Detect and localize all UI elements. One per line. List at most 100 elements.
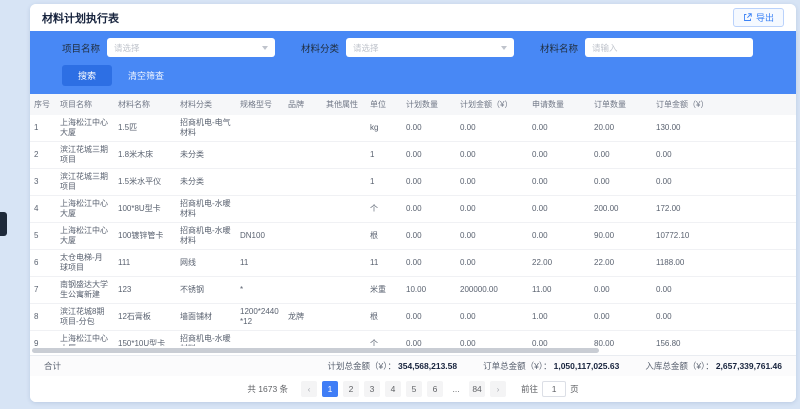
order-total-amount: 订单总金额（¥）： 1,050,117,025.63 — [483, 360, 619, 372]
search-button[interactable]: 搜索 — [62, 65, 112, 86]
table-cell: 10.00 — [402, 277, 456, 304]
planned-total-value: 354,568,213.58 — [398, 361, 457, 371]
page-button-2[interactable]: 2 — [343, 381, 359, 397]
table-cell: 11.00 — [528, 277, 590, 304]
table-row[interactable]: 5上海松江中心大厦100镀锌管卡招商机电-水暖材料DN100根0.000.000… — [30, 223, 796, 250]
summary-total-label: 合计 — [44, 360, 61, 372]
table-cell — [284, 142, 322, 169]
table-cell: 200000.00 — [456, 277, 528, 304]
table-row[interactable]: 8滨江花城8期项目-分包12石膏板墙面铺材1200*2440*12龙牌根0.00… — [30, 304, 796, 331]
table-row[interactable]: 4上海松江中心大厦100*8U型卡招商机电-水暖材料个0.000.000.002… — [30, 196, 796, 223]
page-button-84[interactable]: 84 — [469, 381, 485, 397]
order-total-label: 订单总金额（¥）： — [483, 360, 551, 372]
page-goto-input[interactable] — [542, 381, 566, 397]
table-cell: 200.00 — [590, 196, 652, 223]
table-cell — [284, 115, 322, 142]
page-button-5[interactable]: 5 — [406, 381, 422, 397]
table-cell: DN100 — [236, 223, 284, 250]
table-cell: 3 — [30, 169, 56, 196]
column-header: 序号 — [30, 94, 56, 115]
table-cell: 100*8U型卡 — [114, 196, 176, 223]
project-name-select[interactable]: 请选择 — [107, 38, 275, 57]
page-header: 材料计划执行表 导出 — [30, 4, 796, 31]
clear-filter-button[interactable]: 清空筛查 — [128, 69, 164, 82]
table-cell: 0.00 — [652, 169, 796, 196]
table-cell: 0.00 — [402, 142, 456, 169]
table-cell: 0.00 — [456, 169, 528, 196]
table-body: 1上海松江中心大厦1.5匹招商机电-电气材料kg0.000.000.0020.0… — [30, 115, 796, 346]
material-name-input[interactable] — [592, 43, 746, 53]
page-button-1[interactable]: 1 — [322, 381, 338, 397]
export-button[interactable]: 导出 — [733, 8, 784, 27]
table-cell: 0.00 — [402, 169, 456, 196]
table-cell: * — [236, 277, 284, 304]
order-total-value: 1,050,117,025.63 — [554, 361, 620, 371]
horizontal-scrollbar-track[interactable] — [30, 346, 796, 355]
table-cell: 墙面铺材 — [176, 304, 236, 331]
table-cell: 0.00 — [456, 331, 528, 347]
table-cell: 上海松江中心大厦 — [56, 115, 114, 142]
table-cell: 米重 — [366, 277, 402, 304]
table-cell: 太仓电梯-月球项目 — [56, 250, 114, 277]
table-cell: 100镀锌管卡 — [114, 223, 176, 250]
table-cell: 8 — [30, 304, 56, 331]
table-row[interactable]: 3滨江花城三期项目1.5米水平仪未分类10.000.000.000.000.00 — [30, 169, 796, 196]
column-header: 计划数量 — [402, 94, 456, 115]
table-cell: 1.00 — [528, 304, 590, 331]
table-cell: 130.00 — [652, 115, 796, 142]
table-cell: 0.00 — [652, 304, 796, 331]
page-button-6[interactable]: 6 — [427, 381, 443, 397]
planned-total-amount: 计划总金额（¥）： 354,568,213.58 — [328, 360, 458, 372]
export-icon — [743, 13, 752, 22]
table-cell — [322, 331, 366, 347]
table-row[interactable]: 9上海松江中心大厦150*10U型卡招商机电-水暖材料个0.000.000.00… — [30, 331, 796, 347]
table-cell: 滨江花城三期项目 — [56, 142, 114, 169]
prev-page-button[interactable]: ‹ — [301, 381, 317, 397]
material-category-select[interactable]: 请选择 — [346, 38, 514, 57]
material-name-input-wrap — [585, 38, 753, 57]
project-name-label: 项目名称 — [62, 41, 100, 55]
table-cell: 招商机电-水暖材料 — [176, 331, 236, 347]
page-button-4[interactable]: 4 — [385, 381, 401, 397]
table-cell: 90.00 — [590, 223, 652, 250]
column-header: 品牌 — [284, 94, 322, 115]
table-cell: 0.00 — [402, 304, 456, 331]
horizontal-scrollbar-thumb[interactable] — [32, 348, 599, 353]
table-cell: 1.5匹 — [114, 115, 176, 142]
table-row[interactable]: 7南钢盛达大学生公寓新建123不锈钢*米重10.00200000.0011.00… — [30, 277, 796, 304]
table-cell: 7 — [30, 277, 56, 304]
table-cell: 0.00 — [590, 169, 652, 196]
table-cell: 11 — [236, 250, 284, 277]
sidebar-collapsed-tab[interactable] — [0, 212, 7, 236]
table-cell: 0.00 — [590, 142, 652, 169]
page-ellipsis: ... — [448, 381, 464, 397]
table-cell — [284, 223, 322, 250]
table-cell: 20.00 — [590, 115, 652, 142]
column-header: 订单数量 — [590, 94, 652, 115]
goto-suffix-label: 页 — [570, 383, 579, 395]
table-cell: 0.00 — [456, 196, 528, 223]
table-cell: 4 — [30, 196, 56, 223]
table-cell: 0.00 — [590, 304, 652, 331]
table-row[interactable]: 1上海松江中心大厦1.5匹招商机电-电气材料kg0.000.000.0020.0… — [30, 115, 796, 142]
column-header: 申请数量 — [528, 94, 590, 115]
table-cell: 0.00 — [402, 223, 456, 250]
table-cell: 0.00 — [528, 169, 590, 196]
table-cell — [236, 169, 284, 196]
page-number-list: 123456... 84 — [322, 381, 485, 397]
table-row[interactable]: 2滨江花城三期项目1.8米木床未分类10.000.000.000.000.00 — [30, 142, 796, 169]
planned-total-label: 计划总金额（¥）： — [328, 360, 396, 372]
table-cell — [284, 277, 322, 304]
table-cell: 0.00 — [528, 142, 590, 169]
table-cell: 1 — [366, 169, 402, 196]
table-cell: 个 — [366, 196, 402, 223]
table-header-row: 序号项目名称材料名称材料分类规格型号品牌其他属性单位计划数量计划金额（¥）申请数… — [30, 94, 796, 115]
page-button-3[interactable]: 3 — [364, 381, 380, 397]
table-cell: 10772.10 — [652, 223, 796, 250]
project-name-placeholder: 请选择 — [114, 42, 140, 54]
table-cell: 150*10U型卡 — [114, 331, 176, 347]
table-row[interactable]: 6太仓电梯-月球项目111网线11110.000.0022.0022.00118… — [30, 250, 796, 277]
next-page-button[interactable]: › — [490, 381, 506, 397]
table-cell — [236, 142, 284, 169]
table-cell: 0.00 — [456, 304, 528, 331]
